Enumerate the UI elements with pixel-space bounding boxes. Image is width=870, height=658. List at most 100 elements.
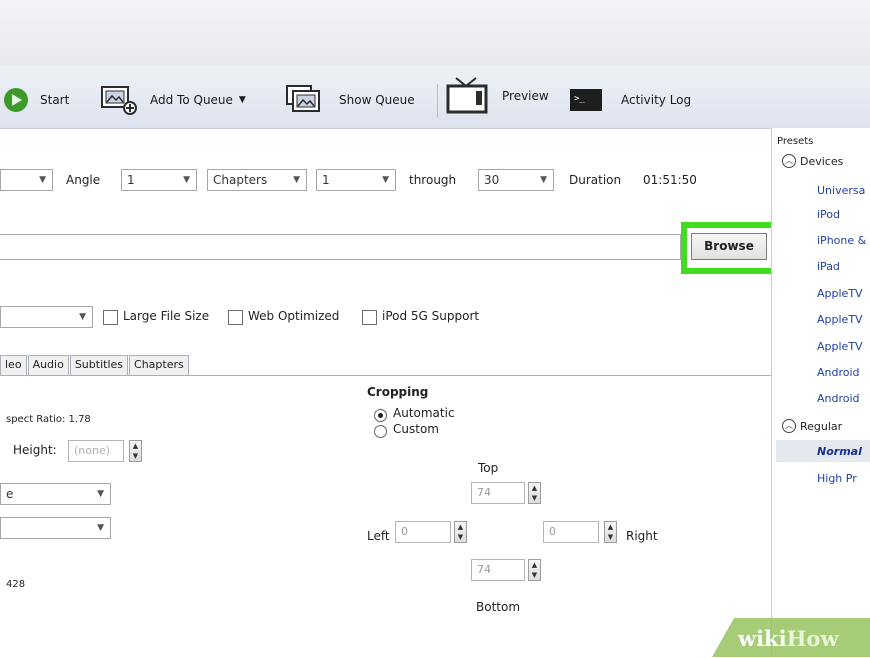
presets-title: Presets: [777, 136, 814, 147]
preset-item[interactable]: Universa: [817, 184, 865, 197]
preview-label: Preview: [502, 89, 549, 103]
automatic-radio[interactable]: [374, 409, 387, 422]
terminal-icon: >_: [570, 89, 602, 111]
cropping-title: Cropping: [367, 385, 429, 399]
chevron-down-icon: ▼: [238, 95, 246, 105]
chevron-down-icon: ▼: [79, 312, 86, 322]
height-input[interactable]: (none): [68, 440, 124, 462]
watermark-how: How: [786, 626, 839, 651]
automatic-label: Automatic: [393, 406, 455, 420]
svg-text:>_: >_: [574, 94, 585, 104]
tab-audio[interactable]: Audio: [27, 355, 69, 375]
play-icon: [4, 88, 28, 112]
show-queue-label: Show Queue: [339, 93, 415, 107]
range-type-select[interactable]: Chapters ▼: [207, 169, 307, 191]
aspect-ratio-text: spect Ratio: 1.78: [6, 414, 91, 425]
preset-item[interactable]: iPhone &: [817, 234, 866, 247]
show-queue-button[interactable]: Show Queue: [285, 84, 415, 116]
crop-bottom-input[interactable]: 74: [471, 559, 525, 581]
through-label: through: [409, 173, 457, 187]
start-label: Start: [40, 93, 70, 107]
ipod-support-label: iPod 5G Support: [382, 309, 480, 323]
chapter-end-select[interactable]: 30 ▼: [478, 169, 554, 191]
chevron-down-icon: ▼: [97, 489, 104, 499]
preset-item[interactable]: AppleTV: [817, 340, 863, 353]
web-optimized-checkbox[interactable]: [228, 310, 243, 325]
bottom-label: Bottom: [476, 600, 521, 614]
devices-group-label[interactable]: Devices: [800, 155, 843, 168]
preset-item[interactable]: Android: [817, 392, 860, 405]
crop-bottom-value: 74: [477, 563, 491, 576]
ipod-support-checkbox[interactable]: [362, 310, 377, 325]
top-label: Top: [478, 461, 499, 475]
container-select[interactable]: ▼: [0, 306, 93, 328]
web-optimized-label: Web Optimized: [248, 309, 340, 323]
chevron-down-icon: ▼: [293, 175, 300, 185]
tab-subtitles[interactable]: Subtitles: [69, 355, 129, 375]
wikihow-watermark: wikiHow: [738, 626, 839, 651]
crop-right-stepper[interactable]: ▲ ▼: [604, 521, 617, 543]
preset-item[interactable]: iPad: [817, 260, 840, 273]
crop-right-input[interactable]: 0: [543, 521, 599, 543]
show-queue-icon: [286, 85, 320, 112]
anamorphic-select[interactable]: e ▼: [0, 483, 111, 505]
large-file-label: Large File Size: [123, 309, 210, 323]
range-type-value: Chapters: [213, 173, 268, 187]
modulus-select[interactable]: ▼: [0, 517, 111, 539]
preset-item[interactable]: iPod: [817, 208, 840, 221]
preset-item[interactable]: AppleTV: [817, 313, 863, 326]
browse-label: Browse: [704, 239, 754, 253]
add-to-queue-label: Add To Queue: [150, 93, 233, 107]
anamorphic-value: e: [6, 487, 14, 501]
toolbar-separator: [437, 84, 438, 118]
collapse-regular-icon[interactable]: ︿: [782, 419, 796, 433]
duration-label: Duration: [569, 173, 622, 187]
custom-label: Custom: [393, 422, 439, 436]
left-label: Left: [367, 529, 390, 543]
activity-log-button[interactable]: >_ Activity Log: [569, 84, 691, 116]
display-size-text: 428: [6, 579, 26, 590]
chapter-start-value: 1: [322, 173, 330, 187]
crop-bottom-stepper[interactable]: ▲ ▼: [528, 559, 541, 581]
tab-chapters[interactable]: Chapters: [129, 355, 189, 375]
right-label: Right: [626, 529, 658, 543]
angle-select[interactable]: 1 ▼: [121, 169, 197, 191]
height-stepper[interactable]: ▲ ▼: [129, 440, 142, 462]
preset-item[interactable]: Android: [817, 366, 860, 379]
crop-left-stepper[interactable]: ▲ ▼: [454, 521, 467, 543]
browse-button[interactable]: Browse: [691, 233, 767, 260]
height-label: Height:: [13, 443, 57, 457]
window-titlebar: [0, 0, 870, 66]
crop-left-value: 0: [401, 525, 408, 538]
crop-left-input[interactable]: 0: [395, 521, 451, 543]
crop-top-value: 74: [477, 486, 491, 499]
angle-value: 1: [127, 173, 135, 187]
collapse-devices-icon[interactable]: ︿: [782, 154, 796, 168]
chevron-down-icon: ▼: [183, 175, 190, 185]
preset-item[interactable]: High Pr: [817, 472, 857, 485]
activity-log-label: Activity Log: [621, 93, 692, 107]
crop-top-input[interactable]: 74: [471, 482, 525, 504]
preview-button[interactable]: Preview: [446, 77, 549, 114]
watermark-wiki: wiki: [738, 626, 787, 651]
tab-video[interactable]: leo: [0, 355, 27, 375]
add-queue-icon: [101, 86, 137, 115]
chevron-down-icon: ▼: [540, 175, 547, 185]
title-select[interactable]: ▼: [0, 169, 53, 191]
chevron-down-icon: ▼: [39, 175, 46, 185]
settings-tabs: leo Audio Subtitles Chapters: [0, 355, 190, 375]
chapter-end-value: 30: [484, 173, 500, 187]
custom-radio[interactable]: [374, 425, 387, 438]
regular-group-label[interactable]: Regular: [800, 420, 842, 433]
chapter-start-select[interactable]: 1 ▼: [316, 169, 396, 191]
start-button[interactable]: Start: [4, 84, 69, 116]
destination-path-input[interactable]: [0, 234, 681, 260]
chevron-down-icon: ▼: [382, 175, 389, 185]
crop-top-stepper[interactable]: ▲ ▼: [528, 482, 541, 504]
chevron-down-icon: ▼: [97, 523, 104, 533]
preset-item-selected[interactable]: Normal: [817, 445, 862, 458]
preset-item[interactable]: AppleTV: [817, 287, 863, 300]
large-file-checkbox[interactable]: [103, 310, 118, 325]
add-to-queue-button[interactable]: Add To Queue ▼: [100, 84, 246, 116]
height-placeholder: (none): [74, 444, 111, 457]
